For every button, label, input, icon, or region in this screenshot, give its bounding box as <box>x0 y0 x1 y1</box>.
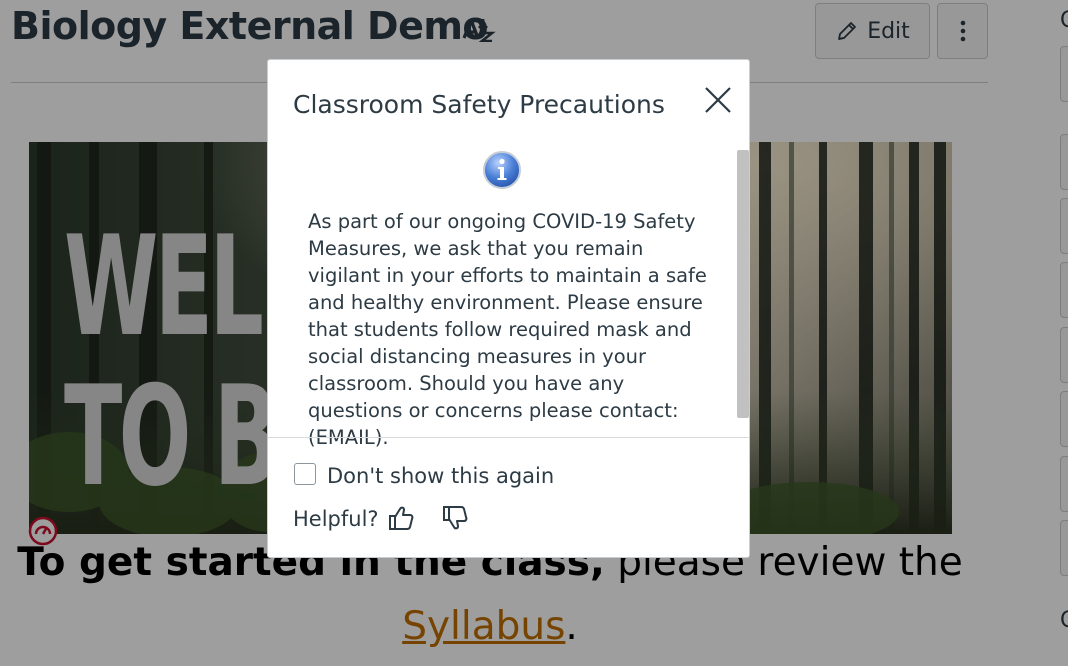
dont-show-again-label[interactable]: Don't show this again <box>327 464 554 488</box>
dialog-divider <box>268 437 749 438</box>
dialog-scrollbar-thumb[interactable] <box>737 150 749 418</box>
info-icon <box>483 151 521 189</box>
dont-show-again-checkbox[interactable] <box>294 463 316 485</box>
dialog-title: Classroom Safety Precautions <box>293 90 665 119</box>
close-icon[interactable] <box>698 80 738 120</box>
thumbs-up-icon[interactable] <box>387 504 415 532</box>
helpful-label: Helpful? <box>293 507 379 531</box>
dialog-message: As part of our ongoing COVID-19 Safety M… <box>308 210 707 449</box>
safety-dialog: Classroom Safety Precautions As part of … <box>267 59 750 558</box>
thumbs-down-icon[interactable] <box>441 504 469 532</box>
